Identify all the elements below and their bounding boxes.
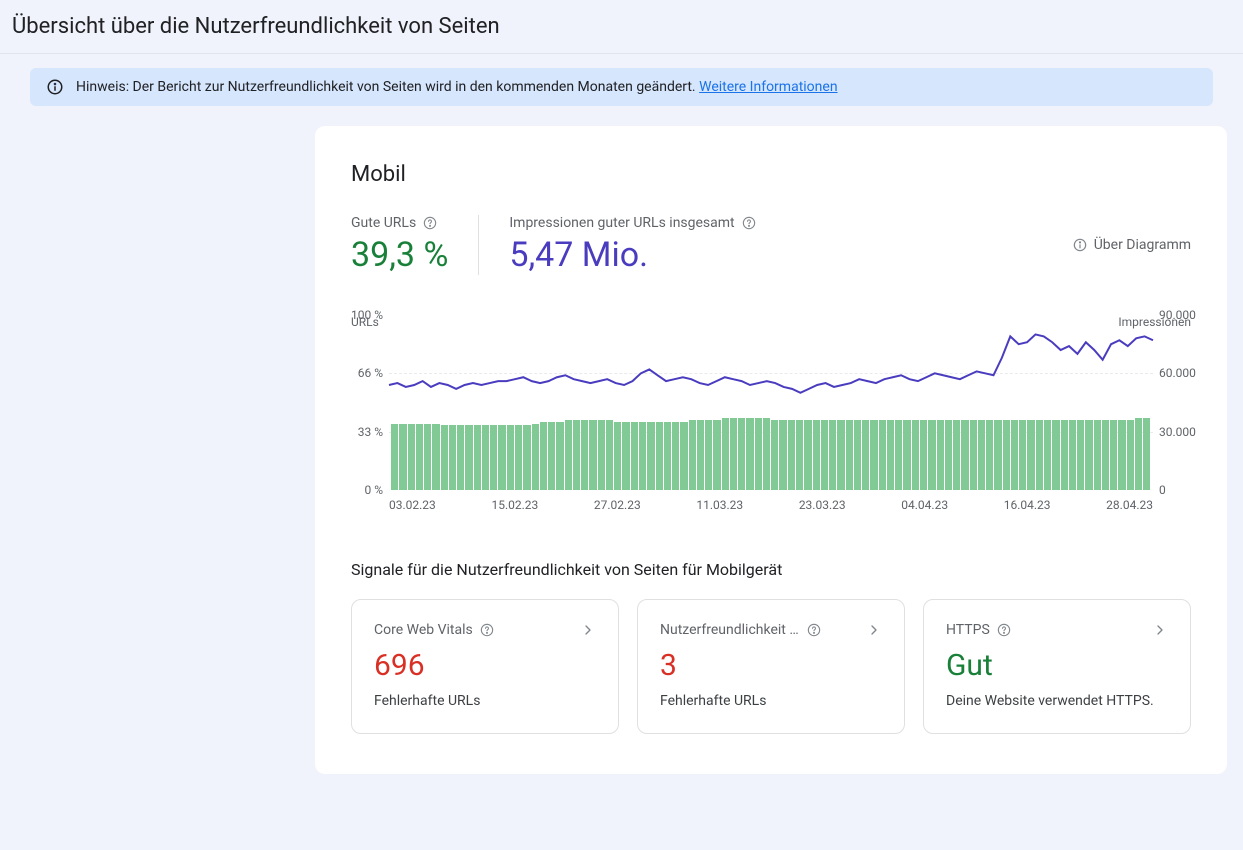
y-left-tick: 33 % — [358, 425, 383, 439]
x-tick: 28.04.23 — [1106, 498, 1153, 512]
kpi-good-urls-value: 39,3 % — [351, 235, 448, 275]
signal-card-value: 3 — [660, 648, 882, 683]
y-right-tick: 90.000 — [1159, 308, 1196, 322]
y-right-tick: 0 — [1159, 483, 1166, 497]
info-icon — [46, 78, 64, 96]
kpi-good-urls: Gute URLs 39,3 % — [351, 215, 478, 275]
y-left-tick: 66 % — [358, 366, 383, 380]
chevron-right-icon — [866, 622, 882, 638]
signal-card-title: Core Web Vitals — [374, 622, 473, 638]
signal-card[interactable]: HTTPS Gut Deine Website verwendet HTTPS. — [923, 599, 1191, 734]
kpi-impressions-value: 5,47 Mio. — [509, 235, 756, 275]
x-tick: 11.03.23 — [696, 498, 743, 512]
y-right-tick: 30.000 — [1159, 425, 1196, 439]
notice-text-prefix: Hinweis: Der Bericht zur Nutzerfreundlic… — [76, 79, 699, 95]
signal-cards-row: Core Web Vitals696Fehlerhafte URLsNutzer… — [351, 599, 1191, 734]
x-tick: 15.02.23 — [491, 498, 538, 512]
help-icon[interactable] — [996, 622, 1012, 638]
kpi-good-urls-label: Gute URLs — [351, 215, 448, 231]
y-left-tick: 0 % — [364, 483, 383, 497]
kpi-impressions-label-text: Impressionen guter URLs insgesamt — [509, 215, 734, 231]
about-chart-text: Über Diagramm — [1094, 237, 1191, 253]
x-tick: 27.02.23 — [594, 498, 641, 512]
notice-link[interactable]: Weitere Informationen — [699, 79, 837, 95]
signal-card-subtitle: Fehlerhafte URLs — [660, 693, 882, 709]
chart-line — [389, 315, 1153, 490]
x-tick: 23.03.23 — [799, 498, 846, 512]
page-title: Übersicht über die Nutzerfreundlichkeit … — [12, 14, 1243, 39]
signal-card-header: HTTPS — [946, 622, 1168, 638]
mobile-overview-card: Mobil Gute URLs 39,3 % Impressionen gute… — [315, 126, 1227, 774]
signal-card-value: 696 — [374, 648, 596, 683]
notice-bar: Hinweis: Der Bericht zur Nutzerfreundlic… — [30, 68, 1213, 106]
chart-area: URLs Impressionen 100 %66 %33 %0 %90.000… — [351, 315, 1191, 512]
signal-card-title: Nutzerfreundlichkeit a... — [660, 622, 800, 638]
signal-card-value: Gut — [946, 648, 1168, 683]
chevron-right-icon — [580, 622, 596, 638]
signal-card-header: Core Web Vitals — [374, 622, 596, 638]
y-right-tick: 60.000 — [1159, 366, 1196, 380]
signal-card-header: Nutzerfreundlichkeit a... — [660, 622, 882, 638]
signal-card-subtitle: Deine Website verwendet HTTPS. — [946, 693, 1168, 709]
help-icon[interactable] — [741, 215, 757, 231]
x-tick: 16.04.23 — [1004, 498, 1051, 512]
info-icon — [1072, 237, 1088, 253]
x-tick: 04.04.23 — [901, 498, 948, 512]
kpi-impressions-label: Impressionen guter URLs insgesamt — [509, 215, 756, 231]
x-axis-labels: 03.02.23 15.02.23 27.02.23 11.03.23 23.03.23… — [389, 498, 1153, 512]
card-title: Mobil — [351, 162, 1191, 187]
chart: 100 %66 %33 %0 %90.00060.00030.0000 — [389, 315, 1153, 490]
signals-section-title: Signale für die Nutzerfreundlichkeit von… — [351, 560, 1191, 579]
notice-text: Hinweis: Der Bericht zur Nutzerfreundlic… — [76, 79, 838, 95]
help-icon[interactable] — [422, 215, 438, 231]
chevron-right-icon — [1152, 622, 1168, 638]
x-tick: 03.02.23 — [389, 498, 436, 512]
signal-card-subtitle: Fehlerhafte URLs — [374, 693, 596, 709]
signal-card[interactable]: Core Web Vitals 696 Fehlerhafte URLs — [351, 599, 619, 734]
about-chart-link[interactable]: Über Diagramm — [1072, 237, 1191, 253]
help-icon[interactable] — [806, 622, 822, 638]
y-left-tick: 100 % — [351, 308, 383, 322]
signal-card-title: HTTPS — [946, 622, 990, 638]
help-icon[interactable] — [479, 622, 495, 638]
signal-card[interactable]: Nutzerfreundlichkeit a... 3 Fehlerhafte UR… — [637, 599, 905, 734]
page-header: Übersicht über die Nutzerfreundlichkeit … — [0, 0, 1243, 54]
kpi-good-urls-label-text: Gute URLs — [351, 215, 416, 231]
kpi-row: Gute URLs 39,3 % Impressionen guter URLs… — [351, 215, 1191, 275]
kpi-impressions: Impressionen guter URLs insgesamt 5,47 M… — [478, 215, 786, 275]
